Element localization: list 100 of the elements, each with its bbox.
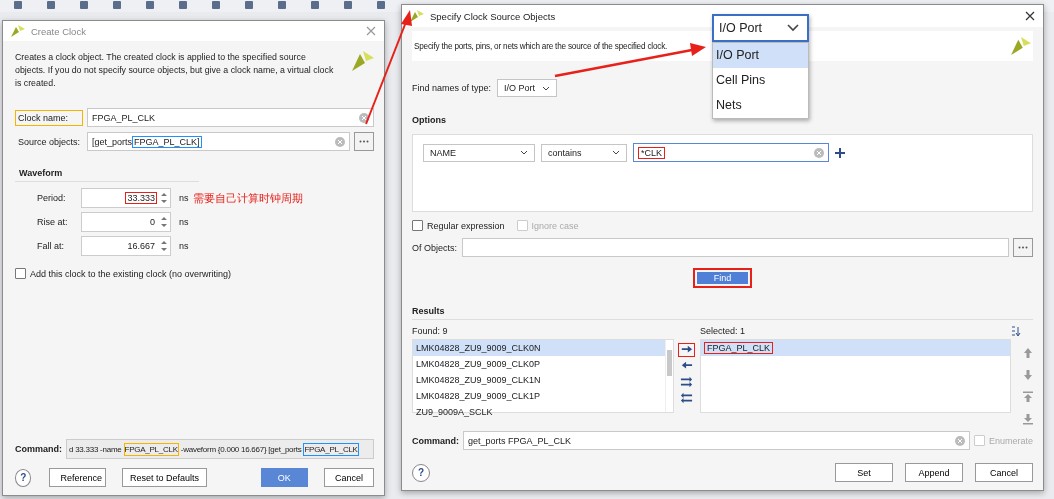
section-title: Options [412, 114, 447, 127]
command-text: FPGA_PL_CLK [123, 442, 179, 456]
dialog-button[interactable]: Cancel [324, 468, 374, 487]
logo-icon [11, 25, 25, 37]
item-text: FPGA_PL_CLK [704, 342, 774, 354]
menu-item[interactable]: I/O Port [713, 43, 808, 68]
of-objects-field[interactable] [462, 238, 1009, 257]
field-label: Fall at: [37, 241, 65, 251]
spinner-field[interactable]: 16.667 [81, 236, 171, 256]
list-item[interactable]: LMK04828_ZU9_9009_CLK1P [413, 388, 665, 404]
spinner-arrows-icon[interactable] [161, 240, 167, 252]
double-right-arrow-icon [680, 376, 693, 388]
field-value: 33.333 [125, 192, 157, 204]
command-field[interactable]: d 33.333 -name FPGA_PL_CLK -waveform {0.000 16.667} [get_ports FPGA_PL_CLK [66, 439, 374, 459]
scrollbar[interactable] [665, 340, 673, 412]
window-title: Create Clock [31, 25, 87, 37]
dialog-button[interactable]: Reference [49, 468, 107, 487]
description: Creates a clock object. The created clock is applied to the specified source objects. If you do not specify source objects, but give a clock name, a virtual clock is created. [15, 51, 335, 90]
dialog-button[interactable]: Set [835, 463, 893, 482]
plus-icon[interactable] [835, 147, 845, 158]
field-label: Of Objects: [412, 242, 458, 253]
dialog-button[interactable]: Reset to Defaults [122, 468, 207, 487]
list-item[interactable]: LMK04828_ZU9_9009_CLK0N [413, 340, 665, 356]
toolbar-icon[interactable] [243, 1, 255, 11]
field-label: Period: [37, 193, 67, 203]
dialog-button[interactable]: Cancel [975, 463, 1033, 482]
count-label: Found: 9 [412, 326, 449, 336]
browse-button[interactable] [1013, 238, 1033, 257]
move-down-icon[interactable] [1023, 369, 1033, 381]
source-objects-field[interactable]: [get_ports FPGA_PL_CLK] [87, 132, 350, 151]
toolbar-icon[interactable] [144, 1, 156, 11]
double-left-arrow-icon [680, 392, 693, 404]
chevron-icon [520, 150, 528, 155]
menu-item[interactable]: Nets [713, 93, 808, 118]
toolbar-icon[interactable] [375, 1, 387, 11]
list-item[interactable]: LMK04828_ZU9_9009_CLK1N [413, 372, 665, 388]
toolbar-icon[interactable] [177, 1, 189, 11]
close-icon[interactable] [1025, 11, 1035, 21]
checkbox-label: Regular expression [427, 220, 505, 231]
logo-icon [352, 51, 374, 71]
field-value: 0 [149, 216, 156, 228]
field-label: Rise at: [37, 217, 69, 227]
clear-icon[interactable] [359, 112, 369, 123]
field-value: [get_ports [92, 136, 133, 147]
help-button[interactable]: ? [412, 463, 430, 482]
toolbar-icon[interactable] [342, 1, 354, 11]
logo-icon [1011, 37, 1031, 55]
type-dropdown[interactable]: I/O Port [497, 79, 558, 97]
command-field[interactable]: get_ports FPGA_PL_CLK [463, 431, 970, 450]
list-item[interactable]: ZU9_9009A_SCLK [413, 404, 665, 420]
list-item[interactable]: LMK04828_ZU9_9009_CLK0P [413, 356, 665, 372]
field-label: Source objects: [17, 135, 82, 149]
command-text: -waveform {0.000 16.667} [get_ports [179, 444, 303, 454]
unit-label: ns [179, 193, 190, 203]
spinner-arrows-icon[interactable] [161, 216, 167, 228]
move-add-all-button[interactable] [678, 375, 695, 389]
move-top-icon[interactable] [1023, 391, 1033, 403]
count-label: Selected: 1 [700, 326, 746, 336]
menu-item[interactable]: Cell Pins [713, 68, 808, 93]
sort-icon[interactable] [1011, 326, 1021, 337]
window-title: Specify Clock Source Objects [430, 10, 557, 22]
section-title: Waveform [15, 162, 199, 182]
property-dropdown[interactable]: NAME [423, 143, 535, 162]
pattern-field[interactable]: *CLK [633, 143, 829, 162]
move-remove-all-button[interactable] [678, 391, 695, 405]
find-button[interactable]: Find [693, 268, 752, 288]
field-label: Clock name: [15, 109, 83, 126]
chevron-icon [612, 150, 620, 155]
move-bottom-icon[interactable] [1023, 413, 1033, 425]
checkbox[interactable] [412, 220, 423, 231]
type-dropdown[interactable]: I/O Port [712, 14, 809, 42]
field-label: Command: [412, 435, 459, 446]
toolbar-icon[interactable] [111, 1, 123, 11]
annotation-text: 需要自己计算时钟周期 [193, 190, 303, 206]
operator-dropdown[interactable]: contains [541, 143, 627, 162]
move-add-button[interactable] [678, 343, 695, 357]
spinner-field[interactable]: 0 [81, 212, 171, 232]
clock-name-field[interactable]: FPGA_PL_CLK [87, 108, 374, 127]
help-button[interactable]: ? [15, 468, 32, 487]
field-value: *CLK [638, 146, 665, 159]
dialog-button[interactable]: OK [260, 468, 308, 487]
spinner-field[interactable]: 33.333 [81, 188, 171, 208]
more-icon [1018, 246, 1028, 249]
browse-button[interactable] [354, 132, 374, 151]
toolbar-icon[interactable] [276, 1, 288, 11]
list-item[interactable]: FPGA_PL_CLK [701, 340, 1010, 356]
toolbar-icon[interactable] [309, 1, 321, 11]
dialog-button[interactable]: Append [905, 463, 963, 482]
toolbar-icon[interactable] [45, 1, 57, 11]
chevron-icon [542, 85, 551, 91]
command-text: d 33.333 -name [69, 444, 123, 454]
toolbar-icon[interactable] [12, 1, 24, 11]
field-value: 16.667 [126, 240, 156, 252]
checkbox[interactable] [15, 268, 26, 279]
more-icon [359, 140, 369, 143]
move-up-icon[interactable] [1023, 347, 1033, 359]
toolbar-icon[interactable] [210, 1, 222, 11]
checkbox-label: Enumerate [988, 435, 1033, 446]
toolbar-icon[interactable] [78, 1, 90, 11]
spinner-arrows-icon[interactable] [161, 192, 167, 204]
